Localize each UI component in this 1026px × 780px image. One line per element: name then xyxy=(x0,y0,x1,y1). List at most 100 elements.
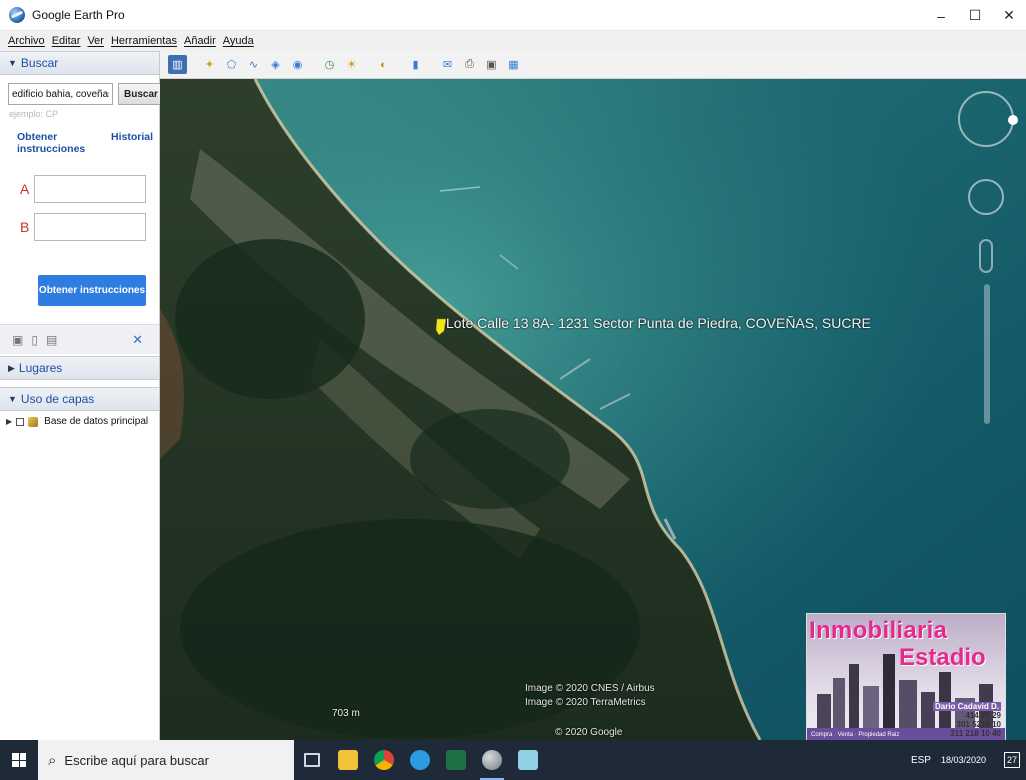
save-image-icon[interactable]: ▣ xyxy=(482,55,501,74)
panel-tools: ▣ ▯ ▤ ✕ xyxy=(0,324,159,354)
record-tour-icon[interactable]: ◉ xyxy=(288,55,307,74)
view-in-maps-icon[interactable]: ▦ xyxy=(504,55,523,74)
taskbar-search[interactable]: ⌕ Escribe aquí para buscar xyxy=(38,740,294,780)
credit-line: Image © 2020 TerraMetrics xyxy=(525,697,646,708)
start-button[interactable] xyxy=(0,740,38,780)
close-button[interactable]: ✕ xyxy=(992,0,1026,31)
window-title: Google Earth Pro xyxy=(32,8,125,22)
maximize-button[interactable]: ☐ xyxy=(958,0,992,31)
menu-anadir[interactable]: Añadir xyxy=(184,35,216,47)
layers-section-title: Uso de capas xyxy=(20,392,95,406)
window-controls: – ☐ ✕ xyxy=(924,0,1026,31)
ad-phone: 414 25 29 xyxy=(965,711,1001,720)
places-section-title: Lugares xyxy=(18,361,63,375)
expand-arrow-icon[interactable]: ▶ xyxy=(6,417,12,426)
ad-slogan: Compra · Venta · Propiedad Raiz xyxy=(811,732,900,738)
google-earth-taskbar-icon[interactable] xyxy=(474,740,510,780)
clear-search-icon[interactable]: ✕ xyxy=(132,332,143,348)
search-icon: ⌕ xyxy=(48,751,57,769)
route-b-field[interactable] xyxy=(34,213,146,241)
search-section-header[interactable]: ▼ Buscar xyxy=(0,51,159,75)
layer-checkbox[interactable] xyxy=(16,417,25,426)
places-section: ▶ Lugares xyxy=(0,356,159,380)
get-directions-button[interactable]: Obtener instrucciones xyxy=(38,275,146,306)
title-bar: Google Earth Pro – ☐ ✕ xyxy=(0,0,1026,31)
collapse-triangle-icon: ▼ xyxy=(8,58,17,68)
add-placemark-icon[interactable]: ✦ xyxy=(200,55,219,74)
language-indicator[interactable]: ESP xyxy=(911,755,931,766)
search-button[interactable]: Buscar xyxy=(118,83,164,105)
directions-link[interactable]: Obtener instrucciones xyxy=(17,131,111,155)
clock-date[interactable]: 18/03/2020 xyxy=(941,755,986,765)
collapse-triangle-icon: ▼ xyxy=(8,394,17,404)
ad-contact: Dario Cadavid D. 414 25 29 301 5210 10 3… xyxy=(932,702,1002,738)
print-icon[interactable]: ▤ xyxy=(46,333,57,347)
search-input[interactable] xyxy=(8,83,113,105)
google-credit: © 2020 Google xyxy=(555,727,623,738)
history-link[interactable]: Historial xyxy=(111,131,153,155)
menu-ayuda[interactable]: Ayuda xyxy=(223,35,254,47)
system-tray: ESP 18/03/2020 27 xyxy=(911,740,1026,780)
app-icon[interactable] xyxy=(510,740,546,780)
route-fields: A B xyxy=(0,175,159,241)
ruler-icon[interactable]: ▮ xyxy=(406,55,425,74)
planets-icon[interactable]: ◐ xyxy=(374,55,393,74)
placemark-label[interactable]: Lote Calle 13 8A- 1231 Sector Punta de P… xyxy=(446,315,871,331)
file-explorer-icon[interactable] xyxy=(330,740,366,780)
north-compass-icon[interactable] xyxy=(1008,115,1018,125)
toolbar: ▥ ✦ ⬠ ∿ ◈ ◉ ◷ ☀ ◐ ▮ ✉ ⎙ ▣ ▦ xyxy=(160,51,1026,79)
menu-bar: Archivo Editar Ver Herramientas Añadir A… xyxy=(0,31,1026,51)
search-hint: ejemplo: CP xyxy=(9,109,59,119)
search-section-title: Buscar xyxy=(20,56,59,70)
layer-label: Base de datos principal xyxy=(44,416,149,427)
scale-label: 703 m xyxy=(332,708,360,719)
zoom-slider[interactable] xyxy=(984,284,990,424)
street-view-pegman-icon[interactable] xyxy=(979,239,993,273)
minimize-button[interactable]: – xyxy=(924,0,958,31)
route-label-a: A xyxy=(20,181,30,197)
layers-section: ▼ Uso de capas ▶ Base de datos principal xyxy=(0,387,159,427)
left-panel: ▼ Buscar Buscar ejemplo: CP Obtener inst… xyxy=(0,51,164,740)
imagery-credits: Image © 2020 CNES / Airbus Image © 2020 … xyxy=(525,682,655,710)
notifications-icon[interactable]: 27 xyxy=(1004,752,1020,768)
route-a-field[interactable] xyxy=(34,175,146,203)
menu-editar[interactable]: Editar xyxy=(52,35,81,47)
expand-triangle-icon: ▶ xyxy=(8,362,15,373)
credit-line: Image © 2020 CNES / Airbus xyxy=(525,683,655,694)
task-view-icon[interactable] xyxy=(294,740,330,780)
sunlight-icon[interactable]: ☀ xyxy=(342,55,361,74)
ad-title-line2: Estadio xyxy=(899,644,986,671)
add-polygon-icon[interactable]: ⬠ xyxy=(222,55,241,74)
layers-section-header[interactable]: ▼ Uso de capas xyxy=(0,387,159,411)
chrome-icon[interactable] xyxy=(366,740,402,780)
layer-item[interactable]: ▶ Base de datos principal xyxy=(0,411,159,427)
move-control-icon[interactable] xyxy=(968,179,1004,215)
ad-contact-name: Dario Cadavid D. xyxy=(932,702,1001,711)
historical-imagery-icon[interactable]: ◷ xyxy=(320,55,339,74)
inmobiliaria-ad: Inmobiliaria Estadio Dario Cadavid D. 41… xyxy=(806,613,1006,756)
route-row-a: A xyxy=(20,175,159,203)
add-path-icon[interactable]: ∿ xyxy=(244,55,263,74)
add-overlay-icon[interactable]: ◈ xyxy=(266,55,285,74)
menu-ver[interactable]: Ver xyxy=(87,35,104,47)
sidebar-toggle-icon[interactable]: ▥ xyxy=(168,55,187,74)
database-icon xyxy=(28,416,39,427)
menu-archivo[interactable]: Archivo xyxy=(8,35,45,47)
places-section-header[interactable]: ▶ Lugares xyxy=(0,356,159,380)
route-label-b: B xyxy=(20,219,30,235)
print-icon[interactable]: ⎙ xyxy=(460,55,479,74)
copy-icon[interactable]: ▯ xyxy=(31,333,38,347)
ad-title-line1: Inmobiliaria xyxy=(809,617,948,644)
windows-logo-icon xyxy=(12,753,26,767)
google-earth-icon xyxy=(9,7,25,23)
route-row-b: B xyxy=(20,213,159,241)
ad-phone: 311 218 10 40 xyxy=(950,729,1001,738)
search-row: Buscar xyxy=(0,75,164,105)
folder-icon[interactable]: ▣ xyxy=(12,333,23,347)
look-control-icon[interactable] xyxy=(958,91,1014,147)
ad-phone: 301 5210 10 xyxy=(956,720,1002,729)
excel-icon[interactable] xyxy=(438,740,474,780)
edge-icon[interactable] xyxy=(402,740,438,780)
email-icon[interactable]: ✉ xyxy=(438,55,457,74)
menu-herramientas[interactable]: Herramientas xyxy=(111,35,177,47)
